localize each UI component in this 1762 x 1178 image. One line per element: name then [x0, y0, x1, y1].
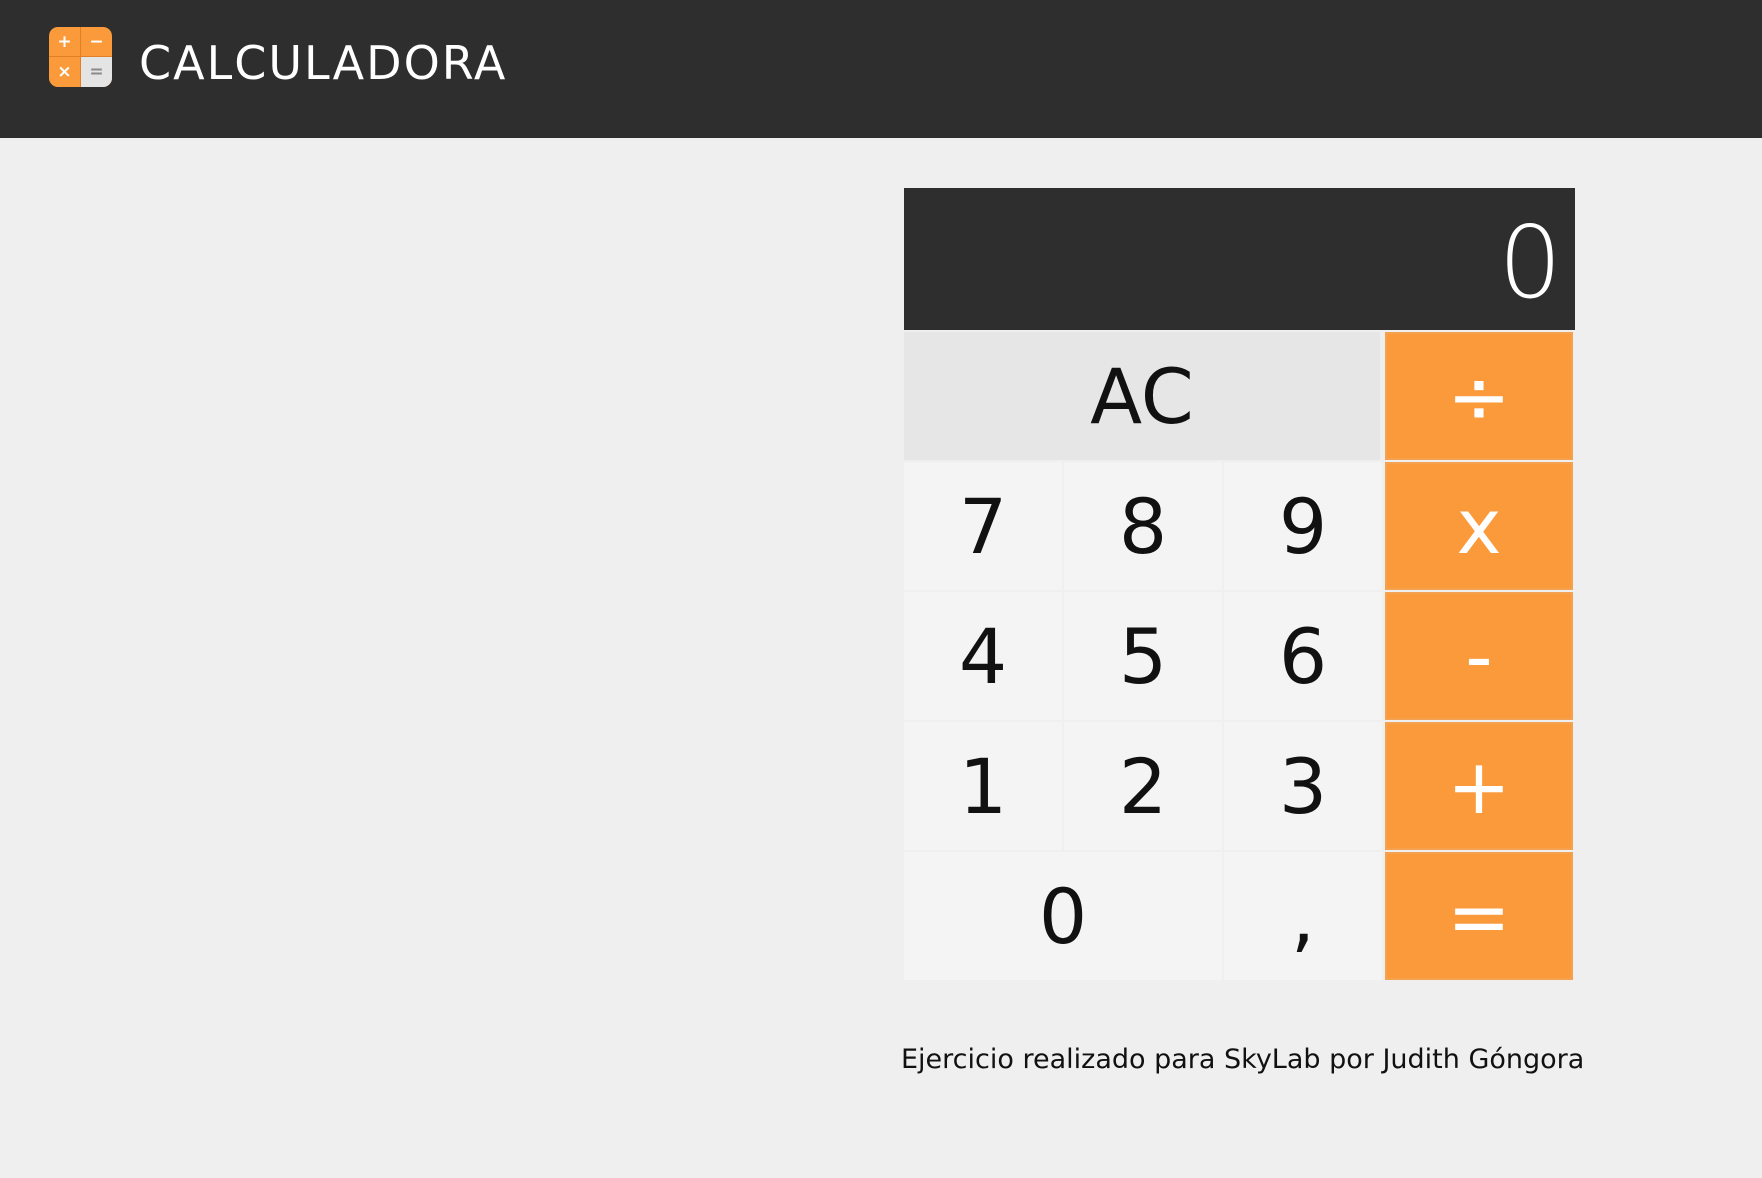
- logo-times-glyph: ×: [57, 62, 72, 82]
- logo-divider-horizontal: [49, 56, 112, 57]
- logo-plus-glyph: +: [57, 32, 72, 52]
- digit-1-button[interactable]: 1: [904, 722, 1062, 850]
- subtract-button[interactable]: -: [1385, 592, 1573, 720]
- divide-button[interactable]: ÷: [1385, 332, 1573, 460]
- digit-0-button[interactable]: 0: [904, 852, 1222, 980]
- calculator-app-icon: + − × =: [49, 27, 112, 87]
- decimal-button[interactable]: ,: [1224, 852, 1382, 980]
- equals-button[interactable]: =: [1385, 852, 1573, 980]
- digit-3-button[interactable]: 3: [1224, 722, 1382, 850]
- add-button[interactable]: +: [1385, 722, 1573, 850]
- display-value: 0: [1498, 204, 1562, 321]
- digit-4-button[interactable]: 4: [904, 592, 1062, 720]
- calculator-display: 0: [904, 188, 1575, 330]
- logo-equals-glyph: =: [81, 57, 112, 87]
- multiply-button[interactable]: x: [1385, 462, 1573, 590]
- digit-8-button[interactable]: 8: [1064, 462, 1222, 590]
- logo-minus-glyph: −: [89, 32, 104, 52]
- footer-credit: Ejercicio realizado para SkyLab por Judi…: [901, 1044, 1585, 1075]
- digit-6-button[interactable]: 6: [1224, 592, 1382, 720]
- digit-7-button[interactable]: 7: [904, 462, 1062, 590]
- app-title: CALCULADORA: [139, 36, 508, 90]
- app-header: + − × = CALCULADORA: [0, 0, 1762, 138]
- digit-9-button[interactable]: 9: [1224, 462, 1382, 590]
- digit-5-button[interactable]: 5: [1064, 592, 1222, 720]
- calculator: 0 AC ÷ 7 8 9 x 4 5 6 - 1 2 3 + 0 , =: [904, 188, 1575, 981]
- clear-button[interactable]: AC: [904, 332, 1380, 460]
- logo-divider-vertical: [80, 27, 81, 87]
- digit-2-button[interactable]: 2: [1064, 722, 1222, 850]
